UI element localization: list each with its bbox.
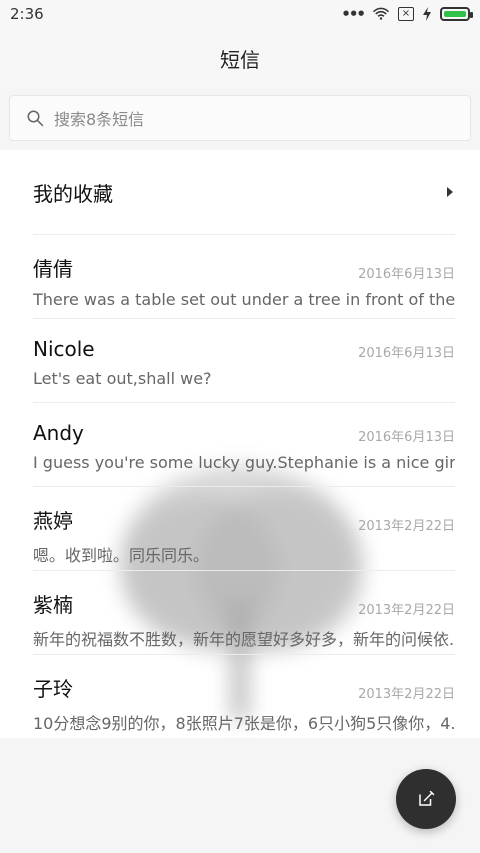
favorites-label: 我的收藏 <box>33 181 113 206</box>
message-list: 我的收藏 倩倩 2016年6月13日 There was a table set… <box>0 150 480 738</box>
status-time: 2:36 <box>10 5 44 23</box>
chevron-right-icon <box>447 187 453 197</box>
search-placeholder: 搜索8条短信 <box>54 110 145 129</box>
message-row[interactable]: Nicole 2016年6月13日 Let's eat out,shall we… <box>0 318 480 402</box>
favorites-row[interactable]: 我的收藏 <box>0 150 480 234</box>
compose-button[interactable] <box>396 769 456 829</box>
message-sender: 燕婷 <box>33 509 73 533</box>
no-sim-icon: × <box>398 7 414 21</box>
message-preview: 新年的祝福数不胜数，新年的愿望好多好多，新年的问候依... <box>33 630 455 649</box>
page-header: 短信 <box>0 28 480 88</box>
search-section: 搜索8条短信 <box>0 88 480 148</box>
message-date: 2013年2月22日 <box>358 687 455 702</box>
message-sender: 紫楠 <box>33 593 73 617</box>
message-preview: 嗯。收到啦。同乐同乐。 <box>33 546 210 565</box>
wifi-icon <box>372 7 390 20</box>
search-icon <box>27 110 44 127</box>
search-input[interactable]: 搜索8条短信 <box>9 95 471 141</box>
message-sender: Andy <box>33 421 84 445</box>
status-icons: ••• × <box>341 5 473 23</box>
message-sender: Nicole <box>33 337 95 361</box>
message-row[interactable]: 子玲 2013年2月22日 10分想念9别的你，8张照片7张是你，6只小狗5只像… <box>0 654 480 738</box>
message-row[interactable]: Andy 2016年6月13日 I guess you're some luck… <box>0 402 480 486</box>
message-date: 2013年2月22日 <box>358 519 455 534</box>
charging-bolt-icon <box>423 7 431 21</box>
compose-icon <box>419 790 435 806</box>
message-preview: I guess you're some lucky guy.Stephanie … <box>33 453 455 472</box>
message-preview: There was a table set out under a tree i… <box>33 290 455 309</box>
more-dots-icon: ••• <box>341 5 366 23</box>
message-sender: 子玲 <box>33 677 73 701</box>
message-preview: 10分想念9别的你，8张照片7张是你，6只小狗5只像你，4... <box>33 714 455 733</box>
battery-fill <box>444 11 466 17</box>
battery-icon <box>440 7 473 21</box>
message-preview: Let's eat out,shall we? <box>33 369 212 388</box>
message-date: 2016年6月13日 <box>358 267 455 282</box>
message-row[interactable]: 倩倩 2016年6月13日 There was a table set out … <box>0 234 480 318</box>
message-row[interactable]: 紫楠 2013年2月22日 新年的祝福数不胜数，新年的愿望好多好多，新年的问候依… <box>0 570 480 654</box>
page-title: 短信 <box>220 47 260 72</box>
message-date: 2016年6月13日 <box>358 430 455 445</box>
message-sender: 倩倩 <box>33 257 73 281</box>
status-bar: 2:36 ••• × <box>0 0 480 28</box>
message-date: 2016年6月13日 <box>358 346 455 361</box>
message-row[interactable]: 燕婷 2013年2月22日 嗯。收到啦。同乐同乐。 <box>0 486 480 570</box>
message-date: 2013年2月22日 <box>358 603 455 618</box>
